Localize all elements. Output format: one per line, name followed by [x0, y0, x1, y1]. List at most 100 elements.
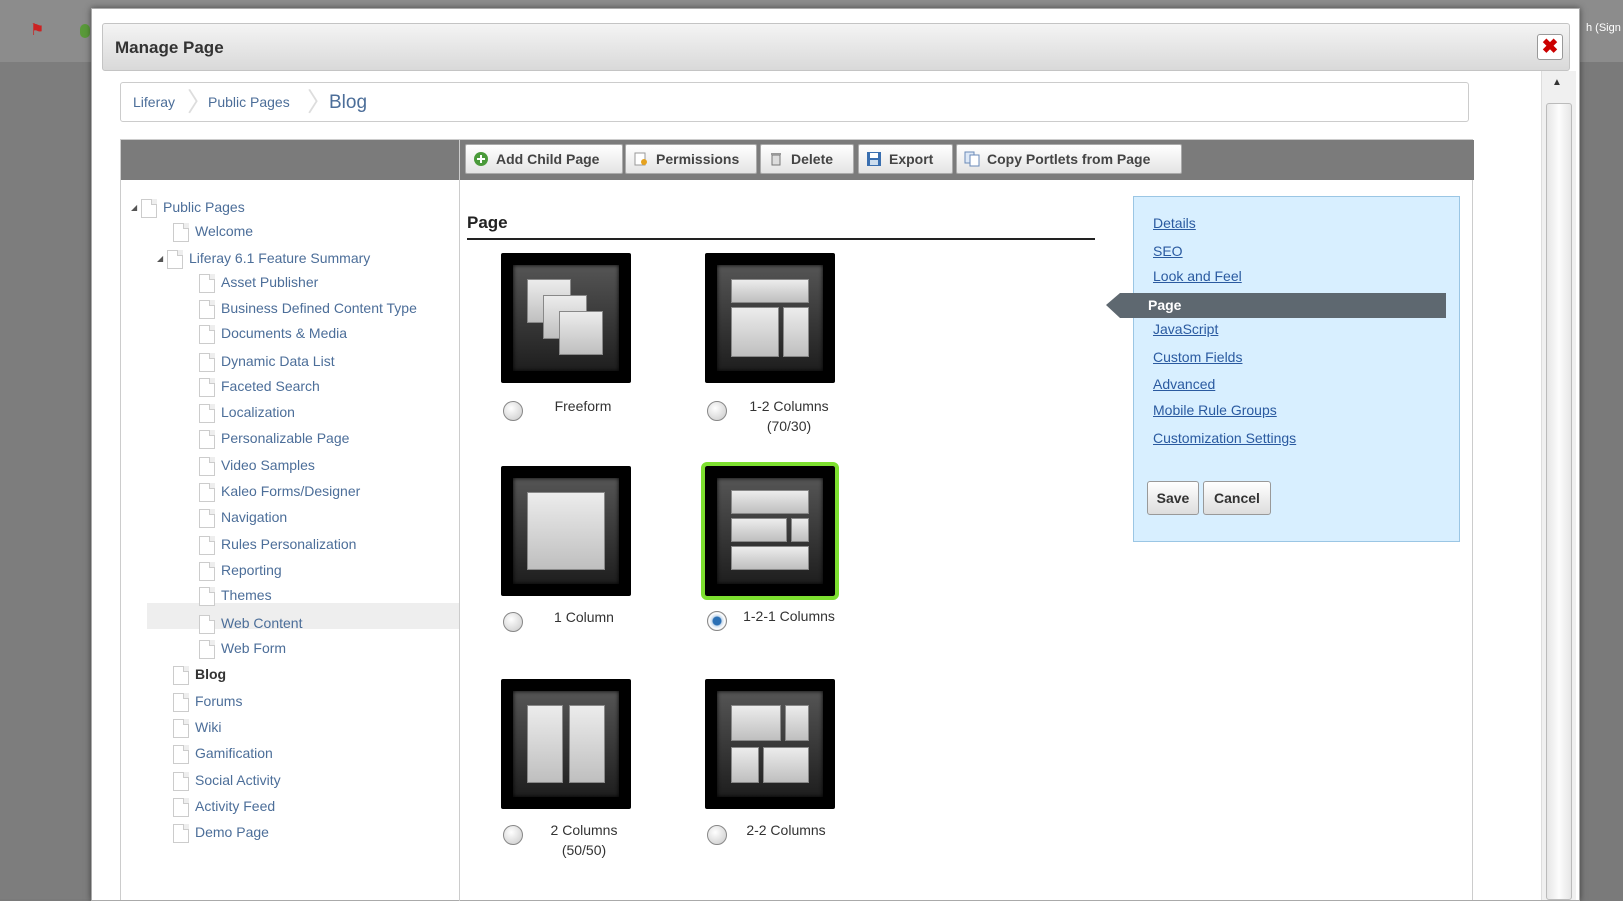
page-icon: [173, 771, 189, 791]
tree-node-child[interactable]: Themes: [199, 584, 272, 606]
tree-header: [121, 140, 459, 180]
scrollbar-thumb[interactable]: [1546, 103, 1572, 900]
export-button[interactable]: Export: [858, 144, 953, 174]
page-icon: [199, 429, 215, 449]
add-child-page-button[interactable]: Add Child Page: [465, 144, 623, 174]
dialog-header: Manage Page ✖: [102, 23, 1570, 71]
status-dot-icon: [80, 24, 90, 38]
tree-node-sibling[interactable]: Activity Feed: [173, 795, 275, 817]
tree-node-child[interactable]: Business Defined Content Type: [199, 297, 417, 319]
layout-label-1-column: 1 Column: [554, 609, 614, 625]
layout-thumb-2-2-columns[interactable]: [705, 679, 835, 809]
page-icon: [199, 508, 215, 528]
tree-node-child[interactable]: Documents & Media: [199, 322, 347, 344]
breadcrumb-separator-icon: 〉: [307, 87, 334, 117]
permissions-label: Permissions: [656, 151, 740, 167]
copy-portlets-button[interactable]: Copy Portlets from Page: [956, 144, 1182, 174]
layout-radio-2-columns[interactable]: [503, 825, 523, 845]
breadcrumb-item-liferay[interactable]: Liferay: [133, 94, 175, 110]
layout-radio-1-column[interactable]: [503, 612, 523, 632]
tree-node-child[interactable]: Kaleo Forms/Designer: [199, 480, 360, 502]
nav-link-look-and-feel[interactable]: Look and Feel: [1153, 268, 1242, 284]
pin-icon: ⚑: [30, 22, 45, 39]
nav-link-advanced[interactable]: Advanced: [1153, 376, 1215, 392]
save-button[interactable]: Save: [1147, 481, 1199, 515]
nav-link-customization-settings[interactable]: Customization Settings: [1153, 430, 1296, 446]
dialog-scrollbar[interactable]: ▲: [1541, 71, 1576, 900]
page-icon: [199, 586, 215, 606]
tree-node-sibling[interactable]: Demo Page: [173, 821, 269, 843]
layout-thumb-1-column[interactable]: [501, 466, 631, 596]
layout-thumb-1-2-1-columns[interactable]: [701, 462, 839, 600]
tree-node-sibling[interactable]: Forums: [173, 690, 242, 712]
tree-node-child[interactable]: Video Samples: [199, 454, 315, 476]
layout-radio-1-2-1-columns[interactable]: [707, 611, 727, 631]
layout-block: [783, 307, 809, 357]
layout-block: [527, 705, 563, 783]
tree-node-child[interactable]: Web Form: [199, 637, 286, 659]
layout-block: [569, 705, 605, 783]
page-icon: [199, 352, 215, 372]
nav-link-details[interactable]: Details: [1153, 215, 1196, 231]
manage-page-body: Add Child Page Permissions Delete Export…: [120, 139, 1474, 901]
manage-page-dialog: Manage Page ✖ ▲ Liferay 〉 Public Pages 〉…: [91, 8, 1580, 901]
nav-link-seo[interactable]: SEO: [1153, 243, 1183, 259]
tree-node-sibling[interactable]: Wiki: [173, 716, 221, 738]
tree-expand-icon[interactable]: ◢: [157, 248, 167, 270]
tree-node-blog[interactable]: Blog: [173, 663, 226, 685]
nav-link-custom-fields[interactable]: Custom Fields: [1153, 349, 1242, 365]
page-section-title: Page: [467, 213, 508, 232]
nav-link-page-active[interactable]: Page: [1106, 293, 1446, 318]
layout-radio-1-2-columns[interactable]: [707, 401, 727, 421]
breadcrumb-item-public-pages[interactable]: Public Pages: [208, 94, 290, 110]
layout-thumb-freeform[interactable]: [501, 253, 631, 383]
layout-block: [785, 705, 809, 741]
tree-node-feature-summary[interactable]: ◢ Liferay 6.1 Feature Summary: [157, 247, 370, 269]
tree-node-sibling[interactable]: Social Activity: [173, 769, 281, 791]
tree-node-child[interactable]: Navigation: [199, 506, 287, 528]
delete-button[interactable]: Delete: [760, 144, 854, 174]
layout-preview: [717, 691, 823, 797]
layout-radio-2-2-columns[interactable]: [707, 825, 727, 845]
form-navigator-panel: Details SEO Look and Feel Page JavaScrip…: [1106, 196, 1460, 542]
tree-node-child[interactable]: Rules Personalization: [199, 533, 356, 555]
page-icon: [199, 324, 215, 344]
page-icon: [199, 482, 215, 502]
layout-thumb-1-2-columns[interactable]: [705, 253, 835, 383]
nav-link-mobile-rule-groups[interactable]: Mobile Rule Groups: [1153, 402, 1277, 418]
layout-preview: [513, 478, 619, 584]
page-icon: [199, 561, 215, 581]
layout-block: [731, 518, 787, 542]
page-icon: [199, 614, 215, 634]
layout-preview: [513, 265, 619, 371]
tree-node-child[interactable]: Dynamic Data List: [199, 350, 335, 372]
permissions-button[interactable]: Permissions: [625, 144, 757, 174]
layout-radio-freeform[interactable]: [503, 401, 523, 421]
nav-link-javascript[interactable]: JavaScript: [1153, 321, 1218, 337]
close-button[interactable]: ✖: [1537, 34, 1563, 60]
page-toolbar: Add Child Page Permissions Delete Export…: [460, 140, 1474, 180]
dialog-title: Manage Page: [115, 38, 224, 57]
layout-preview: [717, 265, 823, 371]
tree-node-child[interactable]: Reporting: [199, 559, 282, 581]
floppy-disk-icon: [867, 152, 881, 166]
tree-node-child[interactable]: Localization: [199, 401, 295, 423]
layout-thumb-2-columns[interactable]: [501, 679, 631, 809]
background-left: [0, 62, 91, 899]
layout-label-1-2-columns: 1-2 Columns (70/30): [749, 398, 829, 434]
tree-node-public-pages[interactable]: ◢ Public Pages: [131, 196, 245, 218]
scroll-up-arrow-icon[interactable]: ▲: [1552, 77, 1562, 88]
tree-node-child[interactable]: Personalizable Page: [199, 427, 349, 449]
nav-active-label: Page: [1148, 297, 1182, 313]
delete-label: Delete: [791, 151, 834, 167]
tree-node-child[interactable]: Faceted Search: [199, 375, 320, 397]
add-child-page-label: Add Child Page: [496, 151, 600, 167]
layout-label-2-2-columns: 2-2 Columns: [746, 822, 826, 838]
page-icon: [173, 744, 189, 764]
tree-expand-icon[interactable]: ◢: [131, 197, 141, 219]
tree-node-welcome[interactable]: Welcome: [173, 220, 253, 242]
tree-node-sibling[interactable]: Gamification: [173, 742, 273, 764]
tree-node-child[interactable]: Asset Publisher: [199, 271, 318, 293]
tree-node-child[interactable]: Web Content: [199, 612, 302, 634]
cancel-button[interactable]: Cancel: [1203, 481, 1271, 515]
